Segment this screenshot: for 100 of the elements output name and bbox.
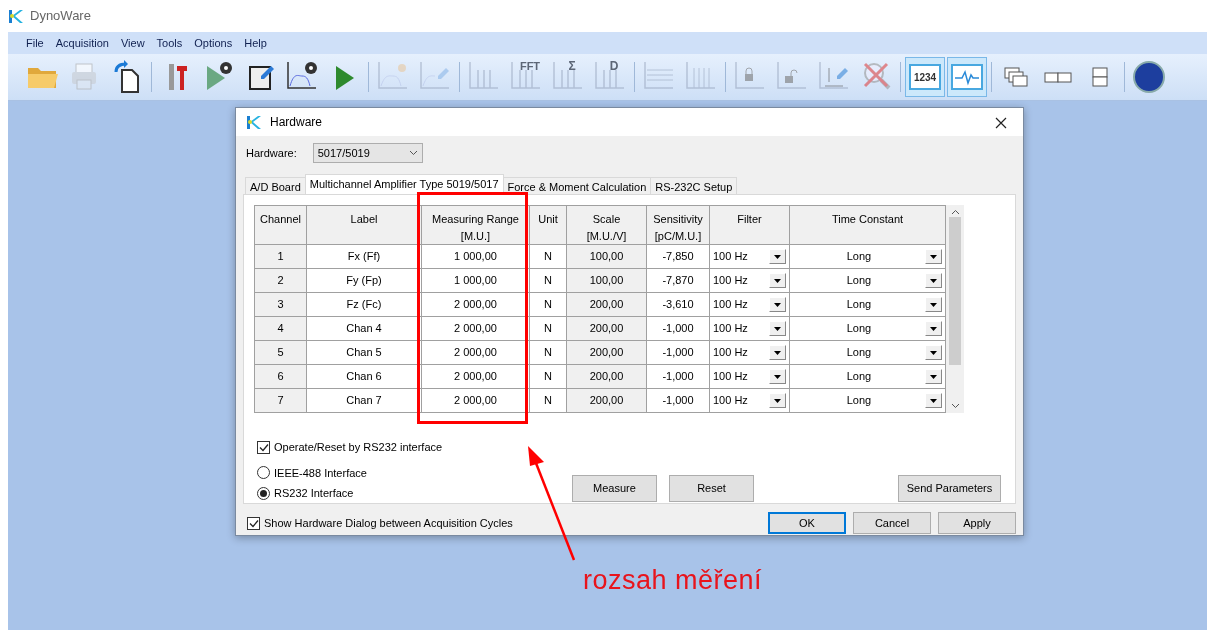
icon-label: 1234 [913,72,937,83]
column-header: Filter [709,205,790,245]
menu-item[interactable]: Acquisition [49,32,115,54]
dropdown-button[interactable] [925,249,942,264]
table-cell: N [529,316,567,341]
caret-down-icon [930,326,937,331]
tab[interactable]: Multichannel Amplifier Type 5019/5017 [304,174,504,194]
scroll-down-icon[interactable] [950,403,960,409]
icon-label: Σ [568,59,576,73]
column-header: Unit [529,205,567,245]
tab[interactable]: A/D Board [245,177,306,194]
dropdown-button[interactable] [769,273,786,288]
dialog-button[interactable]: Apply [938,512,1016,534]
caret-down-icon [774,398,781,403]
push-button[interactable]: Measure [572,474,657,502]
radio-button[interactable] [257,466,270,480]
menu-item[interactable]: Tools [150,32,189,54]
tile-horizontal-icon [1044,71,1072,83]
table-cell: 2 000,00 [421,316,530,341]
caret-down-icon [930,278,937,283]
window-title: DynoWare [30,7,91,26]
checkbox[interactable] [247,516,260,530]
menu-item[interactable]: File [20,32,50,54]
caret-down-icon [774,374,781,379]
dropdown-button[interactable] [925,369,942,384]
table-cell: 2 000,00 [421,340,530,365]
radio-button[interactable] [257,486,270,500]
dialog-logo-icon [246,114,262,130]
dialog-button[interactable]: OK [768,512,846,534]
dropdown-button[interactable] [769,345,786,360]
column-header: Time Constant [789,205,946,245]
table-cell: N [529,244,567,269]
scrollbar[interactable] [946,205,964,413]
table-cell: 2 000,00 [421,364,530,389]
dropdown-button[interactable] [925,345,942,360]
icon-label: D [609,59,619,73]
caret-down-icon [930,374,937,379]
menu-item[interactable]: View [114,32,151,54]
caret-down-icon [930,350,937,355]
column-header: Sensitivity [pC/M.U.] [646,205,710,245]
dropdown-button[interactable] [925,393,942,408]
tab[interactable]: Force & Moment Calculation [502,177,652,194]
icon-label: FFT [519,60,541,72]
caret-down-icon [774,302,781,307]
table-cell: 5 [254,340,307,365]
tab[interactable]: RS-232C Setup [650,177,738,194]
help-icon [1130,58,1168,96]
table-cell: N [529,268,567,293]
hardware-dropdown[interactable]: 5017/5019 [312,143,423,163]
checkbox-label[interactable]: Operate/Reset by RS232 interface [274,439,443,456]
table-cell: N [529,388,567,413]
push-button[interactable]: Reset [669,474,754,502]
radio-label[interactable]: IEEE-488 Interface [274,464,367,481]
field-label: Hardware: [246,145,297,161]
table-cell: 2 000,00 [421,388,530,413]
table-cell: -1,000 [646,364,710,389]
dialog-title: Hardware [270,114,324,131]
caret-down-icon [930,398,937,403]
cascade-icon [1004,67,1028,87]
table-cell: -3,610 [646,292,710,317]
table-cell: 1 000,00 [421,244,530,269]
table-cell: 2 [254,268,307,293]
caret-down-icon [774,350,781,355]
push-button[interactable]: Send Parameters [898,474,1001,502]
dropdown-button[interactable] [925,321,942,336]
chevron-down-icon [408,150,418,156]
toolbar-button[interactable]: 1234 [905,57,945,97]
dropdown-button[interactable] [769,297,786,312]
table-cell: 1 [254,244,307,269]
caret-down-icon [930,254,937,259]
column-header: Channel [254,205,307,245]
column-header: Measuring Range [M.U.] [421,205,530,245]
menu-item[interactable]: Help [238,32,273,54]
checkbox[interactable] [257,440,270,454]
table-cell: -1,000 [646,340,710,365]
table-cell: 7 [254,388,307,413]
dropdown-button[interactable] [769,249,786,264]
dropdown-button[interactable] [925,297,942,312]
column-header: Scale [M.U./V] [566,205,647,245]
table-cell: 1 000,00 [421,268,530,293]
table-cell: -7,850 [646,244,710,269]
logo-icon [8,8,24,24]
table-cell: 3 [254,292,307,317]
dropdown-button[interactable] [769,321,786,336]
table-cell: N [529,364,567,389]
annotation-label: rozsah měření [583,564,763,597]
dropdown-button[interactable] [769,393,786,408]
table-cell: -7,870 [646,268,710,293]
table-cell: 4 [254,316,307,341]
table-cell: N [529,340,567,365]
column-header: Label [306,205,422,245]
scroll-up-icon[interactable] [950,209,960,215]
tile-vertical-icon [1092,67,1108,87]
radio-label[interactable]: RS232 Interface [274,485,354,502]
dialog-button[interactable]: Cancel [853,512,931,534]
menu-item[interactable]: Options [188,32,239,54]
checkbox-label[interactable]: Show Hardware Dialog between Acquisition Cycles [264,514,513,532]
dropdown-button[interactable] [925,273,942,288]
dropdown-button[interactable] [769,369,786,384]
caret-down-icon [930,302,937,307]
